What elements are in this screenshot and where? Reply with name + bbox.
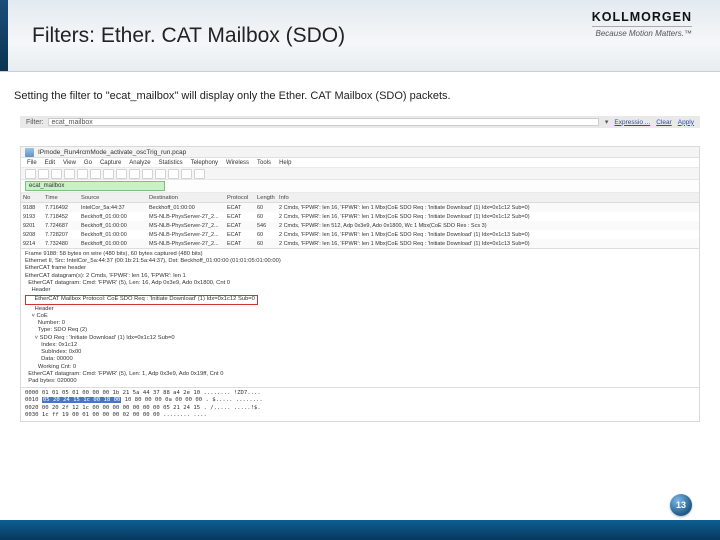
- detail-dg: EtherCAT datagram(s): 2 Cmds, 'FPWR': le…: [25, 273, 695, 280]
- col-destination: Destination: [147, 195, 225, 201]
- menu-help[interactable]: Help: [279, 160, 291, 166]
- detail-header: Header: [25, 287, 695, 294]
- detail-number: Number: 0: [25, 320, 695, 327]
- wireshark-toolbar: [21, 168, 699, 180]
- tb-icon[interactable]: [51, 169, 62, 179]
- detail-type: Type: SDO Req (2): [25, 327, 695, 334]
- apply-link[interactable]: Apply: [678, 119, 694, 126]
- packet-row[interactable]: 91937.718452Beckhoff_01:00:00MS-NLB-Phys…: [21, 212, 699, 221]
- tb-icon[interactable]: [168, 169, 179, 179]
- menu-statistics[interactable]: Statistics: [159, 160, 183, 166]
- tb-icon[interactable]: [90, 169, 101, 179]
- detail-sdoreq: ˅ SDO Req : 'Initiate Download' (1) Idx=…: [25, 335, 695, 342]
- menu-file[interactable]: File: [27, 160, 37, 166]
- expression-link[interactable]: Expressio ...: [614, 119, 650, 126]
- menu-view[interactable]: View: [63, 160, 76, 166]
- tb-icon[interactable]: [38, 169, 49, 179]
- hex-row: 0010 05 20 24 15 1c 00 18 00 10 80 00 00…: [25, 397, 695, 404]
- detail-pad: Pad bytes: 020000: [25, 378, 695, 385]
- detail-frame: Frame 9188: 58 bytes on wire (480 bits),…: [25, 251, 695, 258]
- wireshark-menubar: File Edit View Go Capture Analyze Statis…: [21, 158, 699, 168]
- slide-caption: Setting the filter to "ecat_mailbox" wil…: [0, 72, 720, 110]
- menu-analyze[interactable]: Analyze: [129, 160, 150, 166]
- detail-eth: Ethernet II, Src: IntelCor_5a:44:37 (00:…: [25, 258, 695, 265]
- menu-wireless[interactable]: Wireless: [226, 160, 249, 166]
- wireshark-titlebar: IPmode_Run4rcmMode_activate_oscTrig_run.…: [21, 147, 699, 158]
- col-protocol: Protocol: [225, 195, 255, 201]
- detail-mailbox-highlight: EtherCAT Mailbox Protocol: CoE SDO Req :…: [25, 295, 258, 304]
- filter-input-top[interactable]: ecat_mailbox: [48, 118, 599, 126]
- packet-list-header: No Time Source Destination Protocol Leng…: [21, 193, 699, 203]
- detail-dg3: EtherCAT datagram: Cmd: 'FPWR' (5), Len:…: [25, 371, 695, 378]
- filter-label: Filter:: [26, 119, 44, 126]
- slide-title: Filters: Ether. CAT Mailbox (SDO): [32, 24, 345, 48]
- packet-bytes[interactable]: 0000 01 01 05 01 00 00 00 1b 21 5a 44 37…: [21, 388, 699, 421]
- filter-bar-top: Filter: ecat_mailbox ▾ Expressio ... Cle…: [20, 116, 700, 128]
- menu-edit[interactable]: Edit: [45, 160, 55, 166]
- tb-icon[interactable]: [181, 169, 192, 179]
- detail-wc: Working Cnt: 0: [25, 364, 695, 371]
- tb-icon[interactable]: [194, 169, 205, 179]
- tb-icon[interactable]: [116, 169, 127, 179]
- menu-go[interactable]: Go: [84, 160, 92, 166]
- capture-file-icon: [25, 148, 34, 157]
- detail-dg2: EtherCAT datagram: Cmd: 'FPWR' (5), Len:…: [25, 280, 695, 287]
- packet-list[interactable]: No Time Source Destination Protocol Leng…: [21, 193, 699, 249]
- detail-ecf: EtherCAT frame header: [25, 265, 695, 272]
- slide-header: Filters: Ether. CAT Mailbox (SDO) KOLLMO…: [0, 0, 720, 72]
- tb-icon[interactable]: [25, 169, 36, 179]
- col-source: Source: [79, 195, 147, 201]
- menu-capture[interactable]: Capture: [100, 160, 121, 166]
- clear-link[interactable]: Clear: [656, 119, 672, 126]
- col-time: Time: [43, 195, 79, 201]
- display-filter-input[interactable]: ecat_mailbox: [25, 181, 165, 191]
- hex-row: 0020 00 20 2f 12 1c 00 00 00 00 00 00 00…: [25, 405, 695, 412]
- detail-subindex: SubIndex: 0x00: [25, 349, 695, 356]
- capture-file-name: IPmode_Run4rcmMode_activate_oscTrig_run.…: [38, 149, 186, 156]
- detail-data: Data: 00000: [25, 356, 695, 363]
- packet-row[interactable]: 92017.724687Beckhoff_01:00:00MS-NLB-Phys…: [21, 221, 699, 230]
- page-number-badge: 13: [670, 494, 692, 516]
- menu-telephony[interactable]: Telephony: [191, 160, 218, 166]
- detail-coe: ˅ CoE: [25, 313, 695, 320]
- hex-row: 0000 01 01 05 01 00 00 00 1b 21 5a 44 37…: [25, 390, 695, 397]
- col-info: Info: [277, 195, 699, 201]
- wireshark-window: IPmode_Run4rcmMode_activate_oscTrig_run.…: [20, 146, 700, 422]
- detail-index: Index: 0x1c12: [25, 342, 695, 349]
- tb-icon[interactable]: [142, 169, 153, 179]
- tb-icon[interactable]: [64, 169, 75, 179]
- brand-block: KOLLMORGEN Because Motion Matters.™: [592, 10, 692, 38]
- packet-row[interactable]: 92147.732480Beckhoff_01:00:00MS-NLB-Phys…: [21, 239, 699, 248]
- tb-icon[interactable]: [77, 169, 88, 179]
- packet-details[interactable]: Frame 9188: 58 bytes on wire (480 bits),…: [21, 249, 699, 388]
- tb-icon[interactable]: [103, 169, 114, 179]
- detail-coe-header: Header: [25, 306, 695, 313]
- display-filter-bar: ecat_mailbox: [21, 180, 699, 193]
- brand-tagline: Because Motion Matters.™: [592, 26, 692, 38]
- menu-tools[interactable]: Tools: [257, 160, 271, 166]
- hex-row: 0030 1c ff 19 00 01 00 00 00 02 00 00 00…: [25, 412, 695, 419]
- packet-row[interactable]: 91887.716492IntelCor_5a:44:37Beckhoff_01…: [21, 203, 699, 212]
- tb-icon[interactable]: [129, 169, 140, 179]
- slide-footer-bar: [0, 520, 720, 540]
- hex-selected: 05 20 24 15 1c 00 18 00: [42, 397, 121, 403]
- col-length: Length: [255, 195, 277, 201]
- col-no: No: [21, 195, 43, 201]
- tb-icon[interactable]: [155, 169, 166, 179]
- brand-logo: KOLLMORGEN: [592, 10, 692, 24]
- packet-row[interactable]: 92087.728207Beckhoff_01:00:00MS-NLB-Phys…: [21, 230, 699, 239]
